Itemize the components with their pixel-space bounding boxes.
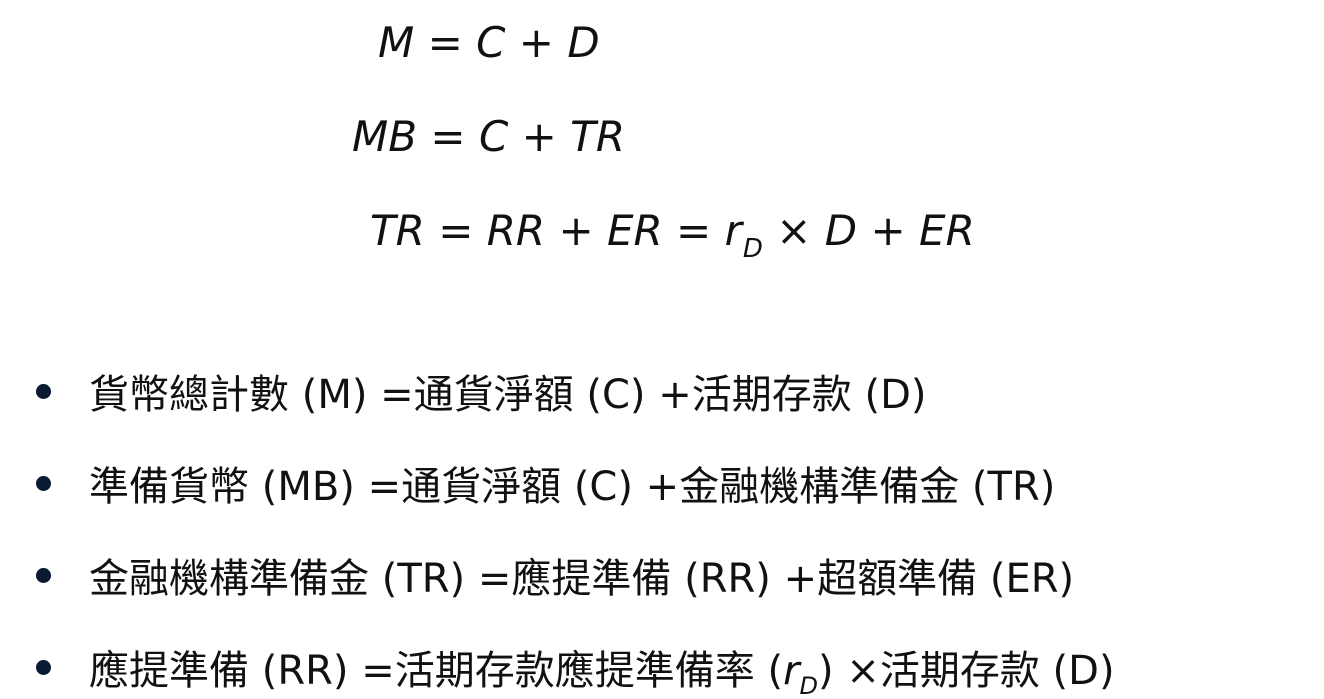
bullet-text: 貨幣總計數 (M) =通貨淨額 (C) +活期存款 (D) xyxy=(89,372,927,418)
bullet-text-after: ) ×活期存款 (D) xyxy=(818,648,1115,694)
list-item: 金融機構準備金 (TR) =應提準備 (RR) +超額準備 (ER) xyxy=(30,529,1115,621)
equation-money-supply: M = C + D xyxy=(378,22,600,64)
bullet-text-italic: r xyxy=(783,648,800,694)
equation-main: TR = RR + ER = r xyxy=(370,206,742,255)
bullet-text-before: 應提準備 (RR) =活期存款應提準備率 ( xyxy=(89,648,784,694)
equation-total-reserves: TR = RR + ER = rD × D + ER xyxy=(370,210,975,263)
bullet-dot-icon xyxy=(36,659,51,675)
bullet-dot-icon xyxy=(36,567,51,583)
bullet-text: 金融機構準備金 (TR) =應提準備 (RR) +超額準備 (ER) xyxy=(89,556,1075,602)
equation-text: MB = C + TR xyxy=(352,112,625,161)
bullet-text-subscript: D xyxy=(799,672,818,699)
equation-subscript: D xyxy=(742,234,763,264)
bullet-dot-icon xyxy=(36,475,51,491)
equation-text: M = C + D xyxy=(378,18,600,67)
list-item: 準備貨幣 (MB) =通貨淨額 (C) +金融機構準備金 (TR) xyxy=(30,437,1115,529)
list-item: 應提準備 (RR) =活期存款應提準備率 (rD) ×活期存款 (D) xyxy=(30,621,1115,699)
equation-monetary-base: MB = C + TR xyxy=(352,116,625,158)
list-item: 貨幣總計數 (M) =通貨淨額 (C) +活期存款 (D) xyxy=(30,345,1115,437)
bullet-text: 應提準備 (RR) =活期存款應提準備率 (rD) ×活期存款 (D) xyxy=(89,638,1115,699)
equation-tail: × D + ER xyxy=(762,206,975,255)
bullet-dot-icon xyxy=(36,383,51,399)
definition-list: 貨幣總計數 (M) =通貨淨額 (C) +活期存款 (D) 準備貨幣 (MB) … xyxy=(30,345,1115,699)
bullet-text: 準備貨幣 (MB) =通貨淨額 (C) +金融機構準備金 (TR) xyxy=(89,464,1056,510)
